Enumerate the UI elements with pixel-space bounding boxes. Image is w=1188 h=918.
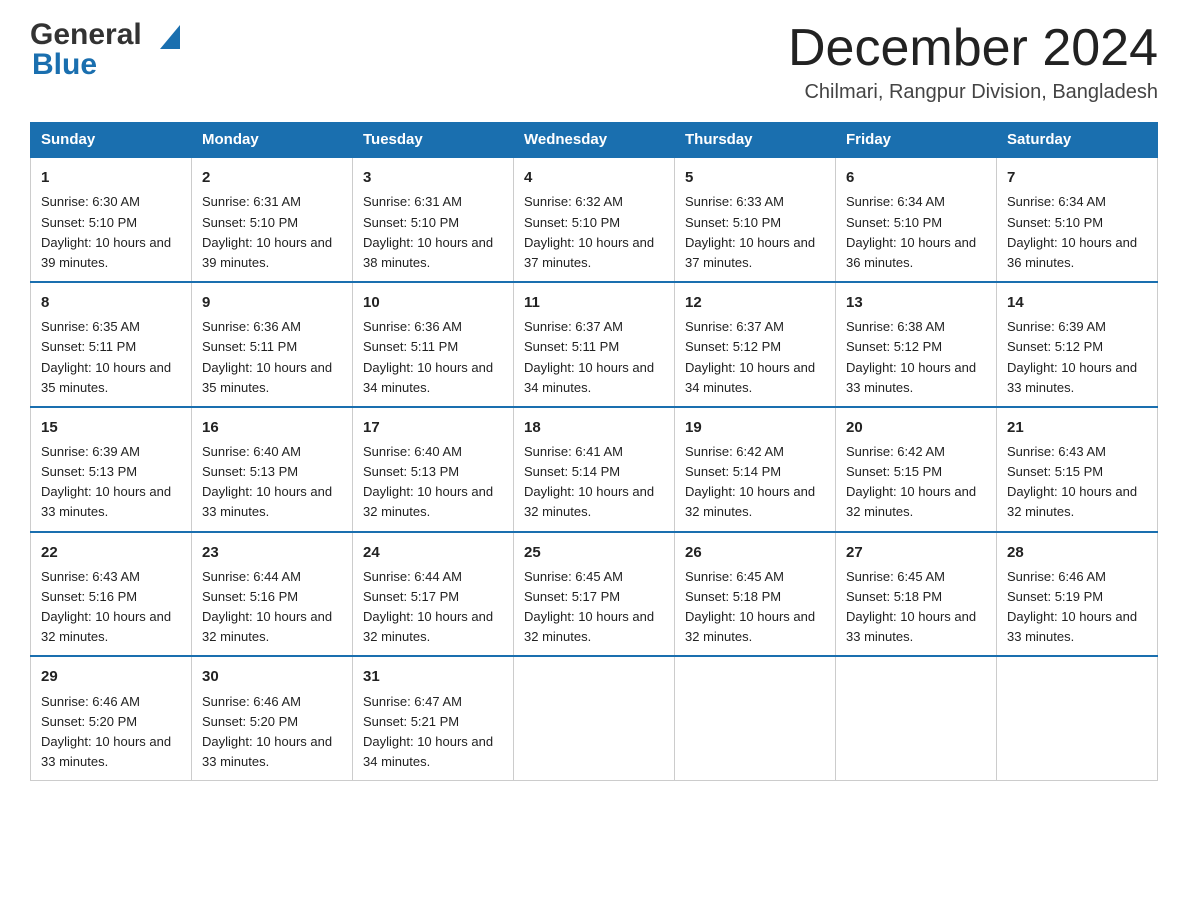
calendar-cell: 19Sunrise: 6:42 AMSunset: 5:14 PMDayligh…: [675, 407, 836, 532]
col-header-sunday: Sunday: [31, 123, 192, 158]
day-number: 12: [685, 291, 825, 314]
day-number: 25: [524, 541, 664, 564]
calendar-week-row: 1Sunrise: 6:30 AMSunset: 5:10 PMDaylight…: [31, 157, 1158, 282]
calendar-week-row: 8Sunrise: 6:35 AMSunset: 5:11 PMDaylight…: [31, 282, 1158, 407]
calendar-cell: 21Sunrise: 6:43 AMSunset: 5:15 PMDayligh…: [997, 407, 1158, 532]
logo-general-text: General: [30, 20, 142, 50]
col-header-saturday: Saturday: [997, 123, 1158, 158]
calendar-cell: 7Sunrise: 6:34 AMSunset: 5:10 PMDaylight…: [997, 157, 1158, 282]
col-header-wednesday: Wednesday: [514, 123, 675, 158]
calendar-cell: 26Sunrise: 6:45 AMSunset: 5:18 PMDayligh…: [675, 532, 836, 657]
calendar-cell: 14Sunrise: 6:39 AMSunset: 5:12 PMDayligh…: [997, 282, 1158, 407]
day-number: 20: [846, 416, 986, 439]
day-number: 11: [524, 291, 664, 314]
calendar-table: SundayMondayTuesdayWednesdayThursdayFrid…: [30, 122, 1158, 781]
calendar-cell: 12Sunrise: 6:37 AMSunset: 5:12 PMDayligh…: [675, 282, 836, 407]
calendar-cell: 1Sunrise: 6:30 AMSunset: 5:10 PMDaylight…: [31, 157, 192, 282]
day-number: 8: [41, 291, 181, 314]
day-number: 30: [202, 665, 342, 688]
col-header-thursday: Thursday: [675, 123, 836, 158]
calendar-cell: 11Sunrise: 6:37 AMSunset: 5:11 PMDayligh…: [514, 282, 675, 407]
calendar-cell: 3Sunrise: 6:31 AMSunset: 5:10 PMDaylight…: [353, 157, 514, 282]
day-number: 3: [363, 166, 503, 189]
logo-blue-text: Blue: [32, 48, 97, 82]
calendar-cell: 16Sunrise: 6:40 AMSunset: 5:13 PMDayligh…: [192, 407, 353, 532]
col-header-friday: Friday: [836, 123, 997, 158]
calendar-cell: 22Sunrise: 6:43 AMSunset: 5:16 PMDayligh…: [31, 532, 192, 657]
day-number: 2: [202, 166, 342, 189]
calendar-cell: 17Sunrise: 6:40 AMSunset: 5:13 PMDayligh…: [353, 407, 514, 532]
location-title: Chilmari, Rangpur Division, Bangladesh: [788, 81, 1158, 104]
day-number: 31: [363, 665, 503, 688]
calendar-cell: 23Sunrise: 6:44 AMSunset: 5:16 PMDayligh…: [192, 532, 353, 657]
logo-block: General Blue: [30, 20, 190, 82]
day-number: 27: [846, 541, 986, 564]
day-number: 1: [41, 166, 181, 189]
calendar-cell: 13Sunrise: 6:38 AMSunset: 5:12 PMDayligh…: [836, 282, 997, 407]
calendar-cell: 9Sunrise: 6:36 AMSunset: 5:11 PMDaylight…: [192, 282, 353, 407]
day-number: 4: [524, 166, 664, 189]
calendar-cell: 5Sunrise: 6:33 AMSunset: 5:10 PMDaylight…: [675, 157, 836, 282]
calendar-cell: 6Sunrise: 6:34 AMSunset: 5:10 PMDaylight…: [836, 157, 997, 282]
day-number: 14: [1007, 291, 1147, 314]
calendar-cell: 27Sunrise: 6:45 AMSunset: 5:18 PMDayligh…: [836, 532, 997, 657]
day-number: 24: [363, 541, 503, 564]
calendar-cell: 18Sunrise: 6:41 AMSunset: 5:14 PMDayligh…: [514, 407, 675, 532]
calendar-cell: 30Sunrise: 6:46 AMSunset: 5:20 PMDayligh…: [192, 656, 353, 780]
calendar-cell: 25Sunrise: 6:45 AMSunset: 5:17 PMDayligh…: [514, 532, 675, 657]
calendar-week-row: 22Sunrise: 6:43 AMSunset: 5:16 PMDayligh…: [31, 532, 1158, 657]
calendar-cell: 31Sunrise: 6:47 AMSunset: 5:21 PMDayligh…: [353, 656, 514, 780]
calendar-week-row: 15Sunrise: 6:39 AMSunset: 5:13 PMDayligh…: [31, 407, 1158, 532]
day-number: 22: [41, 541, 181, 564]
calendar-cell: [836, 656, 997, 780]
day-number: 19: [685, 416, 825, 439]
day-number: 9: [202, 291, 342, 314]
col-header-tuesday: Tuesday: [353, 123, 514, 158]
logo-triangle-icon: [160, 25, 180, 49]
calendar-cell: 20Sunrise: 6:42 AMSunset: 5:15 PMDayligh…: [836, 407, 997, 532]
day-number: 5: [685, 166, 825, 189]
day-number: 10: [363, 291, 503, 314]
calendar-cell: 24Sunrise: 6:44 AMSunset: 5:17 PMDayligh…: [353, 532, 514, 657]
calendar-cell: 8Sunrise: 6:35 AMSunset: 5:11 PMDaylight…: [31, 282, 192, 407]
calendar-cell: 4Sunrise: 6:32 AMSunset: 5:10 PMDaylight…: [514, 157, 675, 282]
calendar-cell: 2Sunrise: 6:31 AMSunset: 5:10 PMDaylight…: [192, 157, 353, 282]
day-number: 16: [202, 416, 342, 439]
logo-row: General: [30, 20, 180, 50]
day-number: 6: [846, 166, 986, 189]
day-number: 7: [1007, 166, 1147, 189]
calendar-cell: 29Sunrise: 6:46 AMSunset: 5:20 PMDayligh…: [31, 656, 192, 780]
calendar-cell: 28Sunrise: 6:46 AMSunset: 5:19 PMDayligh…: [997, 532, 1158, 657]
day-number: 17: [363, 416, 503, 439]
col-header-monday: Monday: [192, 123, 353, 158]
day-number: 29: [41, 665, 181, 688]
day-number: 26: [685, 541, 825, 564]
calendar-cell: [997, 656, 1158, 780]
day-number: 21: [1007, 416, 1147, 439]
page-header: General Blue December 2024 Chilmari, Ran…: [30, 20, 1158, 104]
calendar-header-row: SundayMondayTuesdayWednesdayThursdayFrid…: [31, 123, 1158, 158]
day-number: 18: [524, 416, 664, 439]
day-number: 28: [1007, 541, 1147, 564]
calendar-cell: [675, 656, 836, 780]
calendar-cell: [514, 656, 675, 780]
day-number: 15: [41, 416, 181, 439]
calendar-cell: 15Sunrise: 6:39 AMSunset: 5:13 PMDayligh…: [31, 407, 192, 532]
calendar-cell: 10Sunrise: 6:36 AMSunset: 5:11 PMDayligh…: [353, 282, 514, 407]
day-number: 13: [846, 291, 986, 314]
month-title: December 2024: [788, 20, 1158, 77]
title-area: December 2024 Chilmari, Rangpur Division…: [788, 20, 1158, 104]
day-number: 23: [202, 541, 342, 564]
calendar-week-row: 29Sunrise: 6:46 AMSunset: 5:20 PMDayligh…: [31, 656, 1158, 780]
